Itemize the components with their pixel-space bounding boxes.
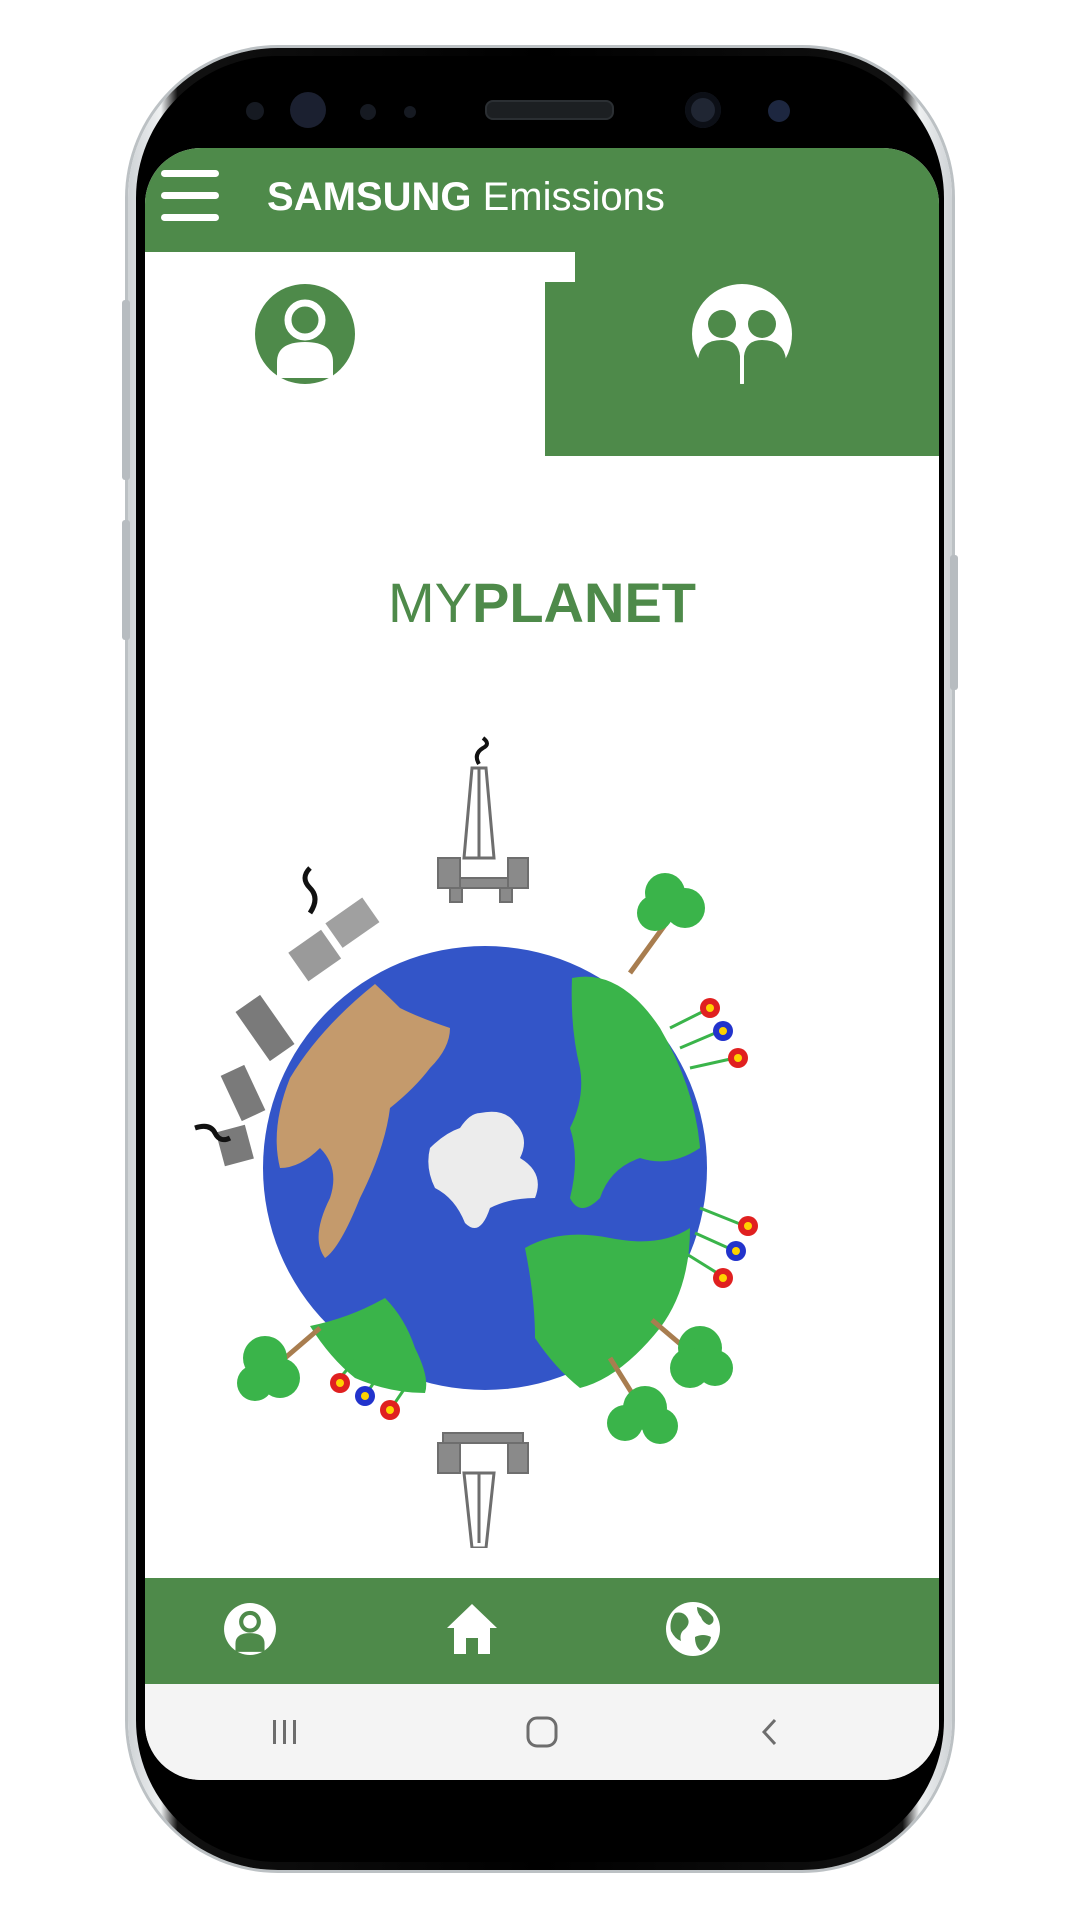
tree-top-right (627, 873, 705, 975)
recent-apps-icon (273, 1720, 296, 1744)
back-icon (761, 1718, 777, 1746)
app-title-suffix: Emissions (482, 175, 665, 219)
tree-bottom-right-2 (607, 1356, 678, 1444)
flowers-right-upper (669, 998, 748, 1070)
oil-rig-top (437, 766, 529, 903)
menu-icon[interactable] (161, 170, 219, 222)
page-title-bold: PLANET (472, 571, 696, 634)
power-button (950, 555, 958, 690)
volume-button (122, 300, 130, 480)
tab-individual[interactable] (145, 252, 545, 456)
nav-planet-button[interactable] (623, 1578, 763, 1684)
iris-led (768, 100, 790, 122)
app-title-brand: SAMSUNG (267, 175, 472, 219)
tab-bar (145, 252, 939, 456)
smoke-top (474, 736, 489, 766)
page-title-thin: MY (388, 571, 472, 634)
system-back-button[interactable] (710, 1684, 830, 1780)
app-bar: SAMSUNG Emissions (145, 148, 939, 252)
home-circle-icon (526, 1716, 558, 1748)
tab-group[interactable] (545, 252, 939, 456)
globe-icon (666, 1602, 720, 1656)
system-home-button[interactable] (482, 1684, 602, 1780)
nav-profile-button[interactable] (180, 1578, 320, 1684)
person-icon (255, 284, 355, 384)
app-screen: SAMSUNG Emissions MYPLANET (145, 148, 939, 1780)
tab-group-background (545, 252, 939, 456)
iris-camera (290, 92, 326, 128)
bottom-navigation (145, 1578, 939, 1684)
tree-bottom-left (237, 1326, 322, 1401)
group-icon (692, 284, 792, 386)
nav-home-button[interactable] (402, 1578, 542, 1684)
oil-rig-bottom (437, 1432, 529, 1548)
planet-illustration (194, 736, 758, 1548)
earpiece-speaker (485, 100, 614, 120)
light-sensor (360, 104, 376, 120)
recent-apps-button[interactable] (225, 1684, 345, 1780)
home-icon (447, 1604, 497, 1654)
bixby-button (122, 520, 130, 640)
tree-bottom-right-1 (650, 1318, 733, 1388)
app-title: SAMSUNG Emissions (267, 172, 665, 222)
page-title: MYPLANET (145, 568, 939, 638)
front-camera (685, 92, 721, 128)
proximity-sensor (246, 102, 264, 120)
system-navigation-bar (145, 1684, 939, 1780)
person-icon (224, 1603, 276, 1655)
light-sensor-2 (404, 106, 416, 118)
smoke-left-1 (302, 866, 318, 915)
